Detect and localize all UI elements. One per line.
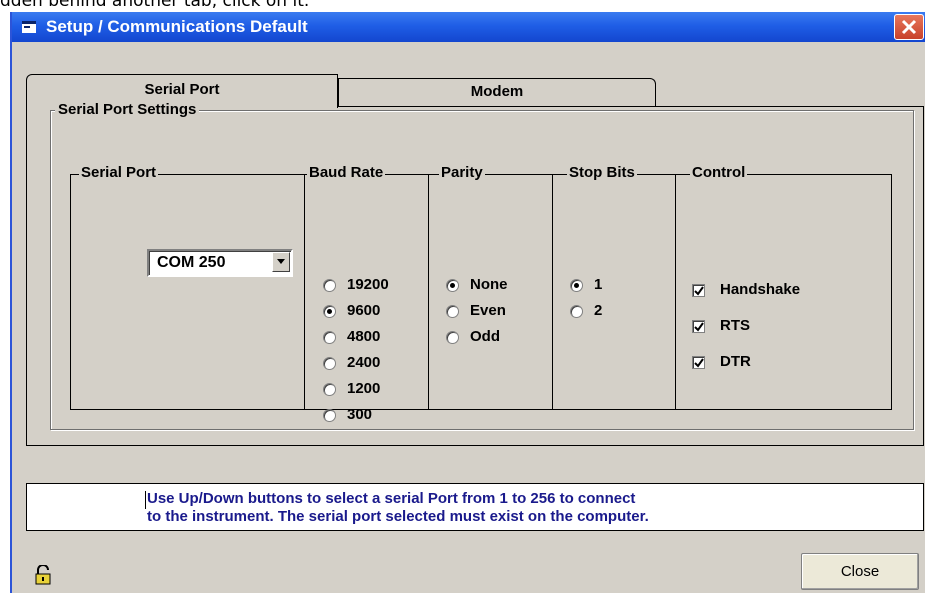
serial-port-select[interactable]: COM 250 xyxy=(147,249,293,277)
close-icon xyxy=(901,19,917,35)
radio-button-selected[interactable] xyxy=(570,279,583,292)
radio-button[interactable] xyxy=(323,279,336,292)
serial-port-value: COM 250 xyxy=(157,254,226,271)
radio-button[interactable] xyxy=(323,357,336,370)
baud-rate-column: Baud Rate 19200 9600 4800 2400 1200 300 xyxy=(305,164,429,423)
window-close-button[interactable] xyxy=(894,14,924,40)
tab-modem[interactable]: Modem xyxy=(338,78,656,107)
text-cursor xyxy=(145,491,146,509)
checkmark-icon xyxy=(694,322,704,332)
parity-column: Parity None Even Odd xyxy=(429,164,553,409)
checkbox[interactable] xyxy=(692,320,705,333)
help-line-1: Use Up/Down buttons to select a serial P… xyxy=(147,490,636,507)
radio-button-selected[interactable] xyxy=(323,305,336,318)
radio-button[interactable] xyxy=(570,305,583,318)
radio-button-selected[interactable] xyxy=(446,279,459,292)
setup-window: Setup / Communications Default Serial Po… xyxy=(10,12,925,593)
checkmark-icon xyxy=(694,286,704,296)
radio-button[interactable] xyxy=(323,409,336,422)
control-column: Control Handshake RTS DTR xyxy=(690,164,801,370)
stop-bits-column: Stop Bits 1 2 xyxy=(553,164,676,409)
settings-columns: Serial Port Baud Rate 19200 9600 4800 24… xyxy=(70,164,892,423)
radio-button[interactable] xyxy=(446,331,459,344)
radio-button[interactable] xyxy=(323,383,336,396)
help-line-2: to the instrument. The serial port selec… xyxy=(147,508,649,525)
radio-button[interactable] xyxy=(323,331,336,344)
title-bar: Setup / Communications Default xyxy=(12,12,925,42)
checkbox[interactable] xyxy=(692,356,705,369)
serial-port-column: Serial Port xyxy=(71,164,305,409)
checkmark-icon xyxy=(694,358,704,368)
checkbox[interactable] xyxy=(692,284,705,297)
help-text-box: Use Up/Down buttons to select a serial P… xyxy=(26,483,924,531)
window-content: Serial Port Modem Serial Port Settings S… xyxy=(12,42,925,593)
parity-label: Parity xyxy=(439,164,485,181)
window-title: Setup / Communications Default xyxy=(46,17,308,36)
lock-icon[interactable] xyxy=(35,565,51,585)
dropdown-button[interactable] xyxy=(272,252,290,272)
chevron-down-icon xyxy=(277,259,285,264)
group-title: Serial Port Settings xyxy=(55,101,200,118)
window-icon xyxy=(22,21,36,33)
close-button[interactable]: Close xyxy=(801,553,919,590)
control-label: Control xyxy=(690,164,748,181)
baud-rate-label: Baud Rate xyxy=(307,164,386,181)
radio-button[interactable] xyxy=(446,305,459,318)
stop-bits-label: Stop Bits xyxy=(567,164,637,181)
serial-port-label: Serial Port xyxy=(79,164,159,181)
